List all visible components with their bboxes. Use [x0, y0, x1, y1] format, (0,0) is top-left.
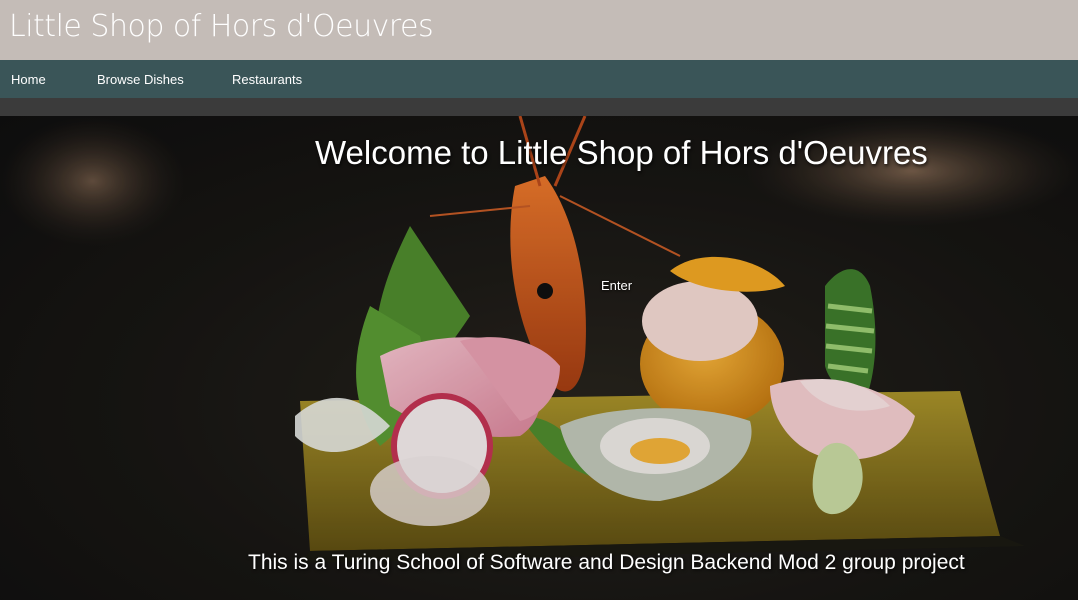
- hero-section: Welcome to Little Shop of Hors d'Oeuvres…: [0, 116, 1078, 600]
- main-nav: Home Browse Dishes Restaurants: [0, 60, 1078, 98]
- project-credit-text: This is a Turing School of Software and …: [248, 551, 965, 574]
- nav-divider: [0, 98, 1078, 116]
- hero-background-image: [0, 116, 1078, 600]
- site-title[interactable]: Little Shop of Hors d'Oeuvres: [9, 12, 434, 42]
- page: Little Shop of Hors d'Oeuvres Home Brows…: [0, 0, 1078, 600]
- nav-link-home[interactable]: Home: [11, 72, 46, 87]
- nav-link-browse-dishes[interactable]: Browse Dishes: [97, 72, 184, 87]
- nav-link-restaurants[interactable]: Restaurants: [232, 72, 302, 87]
- enter-link[interactable]: Enter: [601, 278, 632, 293]
- site-header: Little Shop of Hors d'Oeuvres: [0, 0, 1078, 60]
- hero-heading: Welcome to Little Shop of Hors d'Oeuvres: [315, 134, 928, 171]
